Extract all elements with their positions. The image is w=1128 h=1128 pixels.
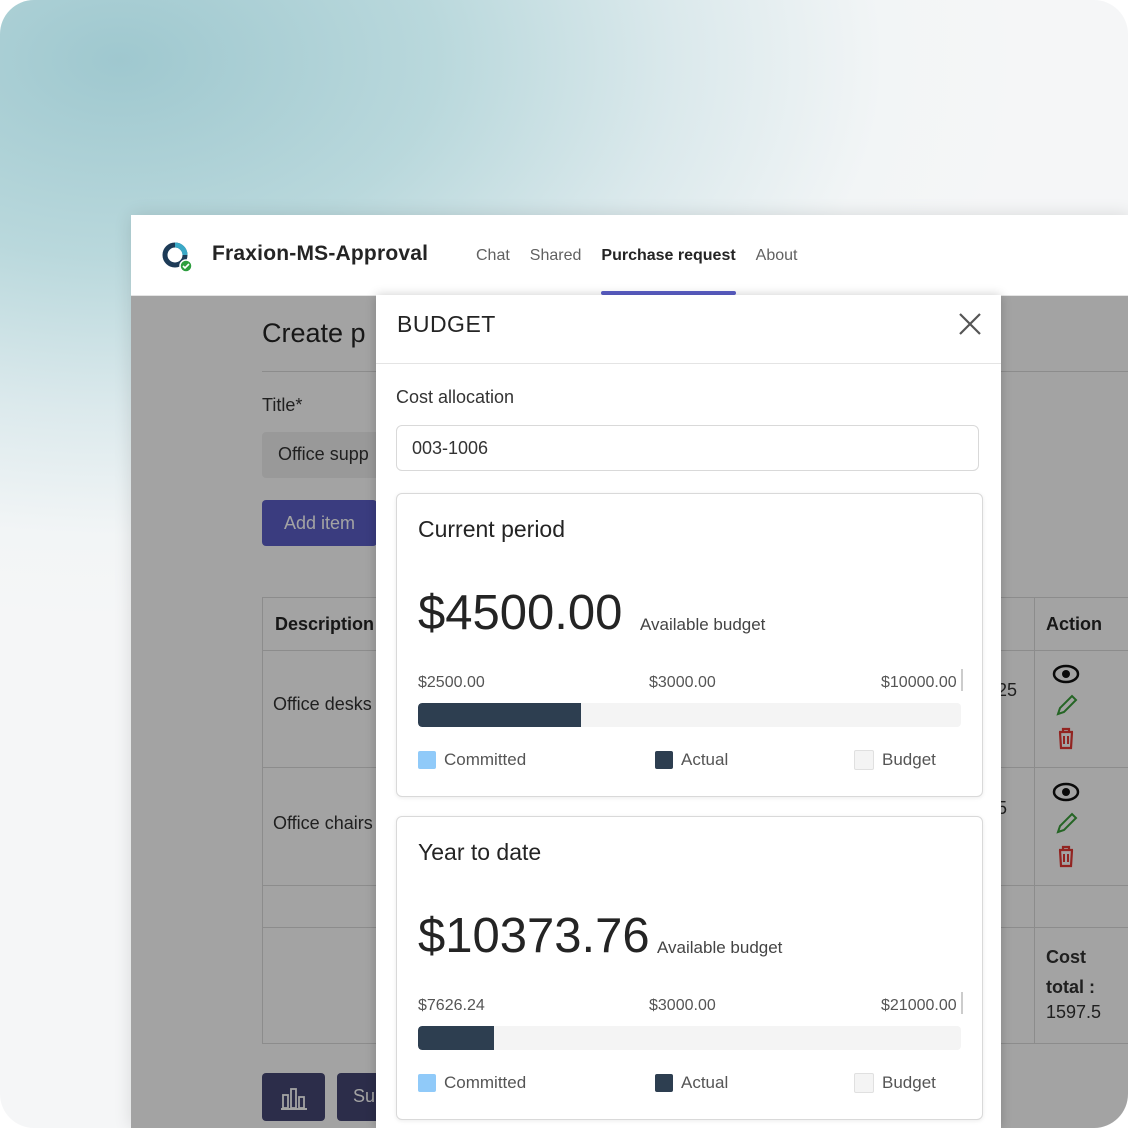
dialog-header: BUDGET [376, 295, 1001, 364]
app-tabs: Chat Shared Purchase request About [466, 215, 807, 295]
card-title: Current period [418, 516, 566, 542]
budget-progress-bar [418, 703, 961, 727]
scale-label-budget: $21000.00 [881, 997, 957, 1014]
budget-card-current-period: Current period $4500.00 Available budget… [396, 493, 983, 797]
background-frame: Fraxion-MS-Approval Chat Shared Purchase… [0, 0, 1128, 1128]
app-logo-icon [162, 242, 192, 272]
tab-about[interactable]: About [746, 215, 808, 295]
legend-committed: Committed [418, 1073, 526, 1093]
cost-allocation-input[interactable] [396, 425, 979, 471]
budget-swatch [854, 1073, 874, 1093]
cost-allocation-label: Cost allocation [396, 387, 515, 407]
tab-chat[interactable]: Chat [466, 215, 520, 295]
tab-shared[interactable]: Shared [520, 215, 592, 295]
app-header: Fraxion-MS-Approval Chat Shared Purchase… [131, 215, 1128, 296]
budget-dialog: BUDGET Cost allocation Current period $4… [376, 295, 1001, 1128]
available-amount: $4500.00 [418, 586, 623, 640]
actual-swatch [655, 751, 673, 769]
scale-label-budget: $10000.00 [881, 674, 957, 691]
legend-label: Actual [681, 750, 729, 769]
actual-fill [418, 703, 581, 727]
available-amount: $10373.76 [418, 909, 650, 963]
legend-label: Actual [681, 1073, 729, 1092]
bar-end-marker [961, 992, 963, 1014]
dialog-title: BUDGET [397, 311, 496, 337]
legend-label: Budget [882, 1073, 936, 1092]
budget-swatch [854, 750, 874, 770]
card-title: Year to date [418, 839, 542, 865]
tab-purchase-request[interactable]: Purchase request [591, 215, 745, 295]
teams-app-window: Fraxion-MS-Approval Chat Shared Purchase… [131, 215, 1128, 1128]
close-icon[interactable] [957, 311, 983, 337]
scale-label-actual: $3000.00 [649, 997, 716, 1014]
available-budget-label: Available budget [657, 938, 783, 957]
legend-actual: Actual [655, 750, 728, 770]
budget-card-year-to-date: Year to date $10373.76 Available budget … [396, 816, 983, 1120]
scale-label-actual: $3000.00 [649, 674, 716, 691]
scale-label-committed: $7626.24 [418, 997, 485, 1014]
budget-progress-bar [418, 1026, 961, 1050]
legend-label: Committed [444, 750, 527, 769]
app-title: Fraxion-MS-Approval [212, 242, 429, 265]
committed-swatch [418, 751, 436, 769]
legend-budget: Budget [854, 1073, 936, 1093]
scale-label-committed: $2500.00 [418, 674, 485, 691]
legend-actual: Actual [655, 1073, 728, 1093]
legend-committed: Committed [418, 750, 526, 770]
actual-fill [418, 1026, 495, 1050]
legend-label: Budget [882, 750, 936, 769]
bar-end-marker [961, 669, 963, 691]
actual-swatch [655, 1074, 673, 1092]
committed-swatch [418, 1074, 436, 1092]
available-budget-label: Available budget [640, 615, 766, 634]
legend-label: Committed [444, 1073, 527, 1092]
legend-budget: Budget [854, 750, 936, 770]
